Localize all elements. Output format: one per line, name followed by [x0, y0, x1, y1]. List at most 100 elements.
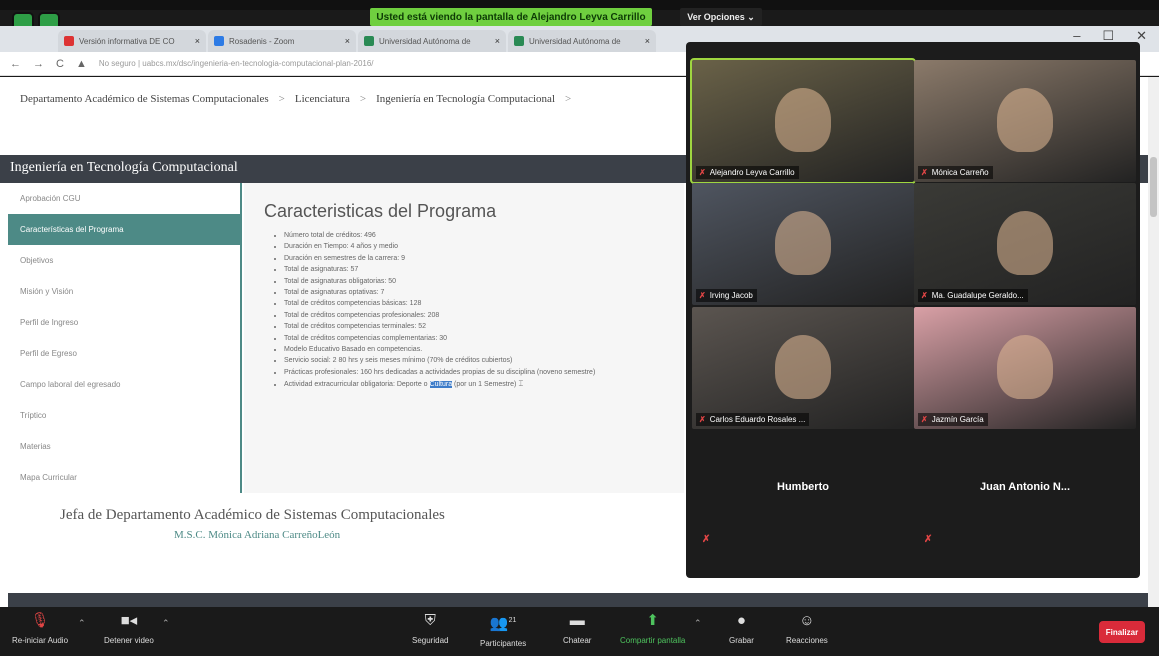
tab-label: Rosadenis - Zoom — [229, 36, 295, 46]
feature-text: Actividad extracurricular obligatoria: D… — [284, 381, 430, 389]
reactions-label: Reacciones — [786, 636, 828, 645]
participant-name-label: ✗ Jazmín García — [918, 413, 988, 426]
unmute-button[interactable]: 🎙 Re-iniciar Audio — [12, 612, 68, 645]
tab-close-icon[interactable]: × — [645, 36, 650, 46]
video-tile[interactable]: ✗ Irving Jacob — [692, 183, 914, 305]
muted-mic-icon: ✗ — [921, 291, 928, 300]
participant-video — [775, 88, 831, 152]
sidebar-item[interactable]: Perfil de Ingreso — [8, 307, 240, 338]
feature-item: Duración en semestres de la carrera: 9 — [284, 253, 595, 264]
sidebar-item[interactable]: Características del Programa — [8, 214, 240, 245]
participant-name: Mónica Carreño — [931, 168, 989, 177]
sidebar-item[interactable]: Mapa Curricular — [8, 462, 240, 493]
participant-video — [997, 211, 1053, 275]
video-tile-no-video[interactable]: Juan Antonio N... ✗ — [914, 431, 1136, 553]
reactions-icon: ☺ — [799, 612, 815, 629]
stop-video-label: Detener video — [104, 636, 154, 645]
back-icon[interactable]: ← — [10, 58, 21, 70]
unmute-label: Re-iniciar Audio — [12, 636, 69, 645]
browser-tab[interactable]: Universidad Autónoma de × — [508, 30, 656, 52]
video-gallery: ✗ Alejandro Leyva Carrillo ✗ Mónica Carreño… — [686, 42, 1140, 578]
tab-favicon-icon — [364, 36, 374, 46]
security-button[interactable]: ⛨ Seguridad — [412, 612, 448, 645]
muted-mic-icon: ✗ — [702, 534, 711, 545]
sidebar-item[interactable]: Aprobación CGU — [8, 183, 240, 214]
breadcrumb-item[interactable]: Ingeniería en Tecnología Computacional — [376, 93, 555, 105]
sidebar-item[interactable]: Campo laboral del egresado — [8, 369, 240, 400]
browser-tab[interactable]: Versión informativa DE CO × — [58, 30, 206, 52]
feature-item: Total de asignaturas optativas: 7 — [284, 287, 595, 298]
video-tile-no-video[interactable]: Humberto ✗ — [692, 431, 914, 553]
view-options-button[interactable]: Ver Opciones ⌄ — [680, 8, 762, 26]
page-scrollbar[interactable] — [1148, 77, 1159, 607]
tab-favicon-icon — [514, 36, 524, 46]
share-screen-label: Compartir pantalla — [620, 636, 686, 645]
participant-name-label: ✗ Mónica Carreño — [918, 166, 993, 179]
end-meeting-button[interactable]: Finalizar — [1099, 621, 1145, 643]
tab-close-icon[interactable]: × — [495, 36, 500, 46]
section-title: Ingeniería en Tecnología Computacional — [10, 160, 238, 175]
video-tile[interactable]: ✗ Alejandro Leyva Carrillo — [690, 58, 916, 184]
muted-mic-icon: ✗ — [699, 168, 706, 177]
content-panel: Caracteristicas del Programa Número tota… — [244, 183, 684, 493]
muted-mic-icon: ✗ — [699, 291, 706, 300]
feature-item: Total de créditos competencias básicas: … — [284, 298, 595, 309]
reload-icon[interactable]: C — [56, 58, 64, 70]
reactions-button[interactable]: ☺ Reacciones — [786, 612, 828, 645]
chat-button[interactable]: ▬ Chatear — [563, 612, 591, 645]
screen-share-banner: Usted está viendo la pantalla de Alejand… — [370, 8, 652, 26]
tab-close-icon[interactable]: × — [195, 36, 200, 46]
video-tile[interactable]: ✗ Mónica Carreño — [914, 60, 1136, 182]
audio-options-caret[interactable]: ⌃ — [78, 618, 86, 629]
feature-item: Servicio social: 2 80 hrs y seis meses m… — [284, 355, 595, 366]
muted-mic-icon: ✗ — [699, 415, 706, 424]
sidebar-item[interactable]: Objetivos — [8, 245, 240, 276]
video-options-caret[interactable]: ⌃ — [162, 618, 170, 629]
browser-tab[interactable]: Universidad Autónoma de × — [358, 30, 506, 52]
participant-name-label: ✗ Ma. Guadalupe Geraldo... — [918, 289, 1028, 302]
video-tile[interactable]: ✗ Jazmín García — [914, 307, 1136, 429]
feature-item: Total de créditos competencias profesion… — [284, 310, 595, 321]
feature-item: Duración en Tiempo: 4 años y medio — [284, 241, 595, 252]
tab-close-icon[interactable]: × — [345, 36, 350, 46]
department-head-title: Jefa de Departamento Académico de Sistem… — [60, 507, 445, 523]
video-tile[interactable]: ✗ Ma. Guadalupe Geraldo... — [914, 183, 1136, 305]
sidebar-item[interactable]: Perfil de Egreso — [8, 338, 240, 369]
participant-name-label: ✗ Carlos Eduardo Rosales ... — [696, 413, 810, 426]
footer-band — [8, 593, 1148, 607]
muted-mic-icon: 🎙 — [30, 612, 50, 629]
sidebar-item[interactable]: Misión y Visión — [8, 276, 240, 307]
participant-video — [775, 211, 831, 275]
selected-text: Cultura — [429, 381, 453, 389]
breadcrumb-separator: > — [565, 93, 572, 105]
sidebar-item[interactable]: Materias — [8, 431, 240, 462]
share-screen-button[interactable]: ⬆ Compartir pantalla — [620, 612, 685, 645]
stop-video-button[interactable]: ■◂ Detener video — [104, 612, 154, 645]
shield-icon: ⛨ — [424, 612, 436, 629]
scroll-thumb[interactable] — [1150, 157, 1157, 217]
browser-tab[interactable]: Rosadenis - Zoom × — [208, 30, 356, 52]
video-tile[interactable]: ✗ Carlos Eduardo Rosales ... — [692, 307, 914, 429]
participant-name: Humberto — [777, 481, 829, 493]
sidebar-item[interactable]: Tríptico — [8, 400, 240, 431]
warning-icon: ▲ — [75, 57, 87, 70]
forward-icon[interactable]: → — [33, 58, 44, 70]
share-options-caret[interactable]: ⌃ — [694, 618, 702, 629]
participants-button[interactable]: 👥21 Participantes — [480, 612, 526, 648]
muted-mic-icon: ✗ — [921, 415, 928, 424]
tab-favicon-icon — [64, 36, 74, 46]
participant-name: Alejandro Leyva Carrillo — [709, 168, 795, 177]
feature-item: Total de créditos competencias terminale… — [284, 321, 595, 332]
breadcrumb-separator: > — [359, 93, 367, 105]
breadcrumb-item[interactable]: Departamento Académico de Sistemas Compu… — [20, 93, 269, 105]
url-field[interactable]: No seguro | uabcs.mx/dsc/ingenieria-en-t… — [99, 59, 374, 68]
breadcrumb-item[interactable]: Licenciatura — [295, 93, 350, 105]
participants-count: 21 — [508, 617, 517, 624]
record-button[interactable]: ● Grabar — [729, 612, 754, 645]
feature-item: Total de asignaturas: 57 — [284, 264, 595, 275]
participant-name: Ma. Guadalupe Geraldo... — [931, 291, 1024, 300]
tab-label: Universidad Autónoma de — [529, 36, 621, 46]
chat-label: Chatear — [563, 636, 592, 645]
security-label: Seguridad — [412, 636, 449, 645]
tab-label: Universidad Autónoma de — [379, 36, 471, 46]
